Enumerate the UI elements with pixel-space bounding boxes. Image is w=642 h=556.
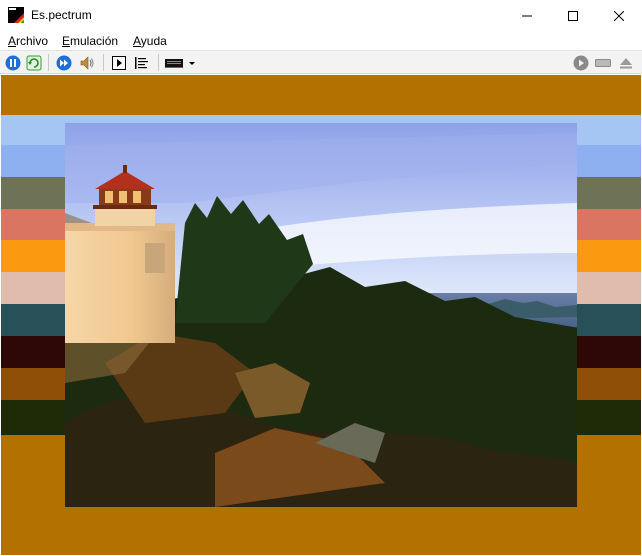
debugger-button[interactable]: [133, 54, 151, 71]
minimize-button[interactable]: [504, 0, 550, 31]
pause-button[interactable]: [4, 54, 22, 71]
maximize-icon: [568, 10, 578, 21]
close-button[interactable]: [596, 0, 642, 31]
minimize-icon: [522, 15, 532, 16]
debugger-icon: [135, 56, 148, 69]
emulator-screen[interactable]: [1, 75, 641, 555]
toolbar-separator: [158, 54, 159, 71]
lighthouse-scene: [65, 123, 577, 507]
tape-play-disabled-icon: [573, 55, 589, 70]
fast-forward-icon: [56, 55, 72, 70]
menu-bar: Archivo Emulación Ayuda: [0, 31, 642, 50]
toolbar: [0, 50, 642, 74]
title-bar: Es.pectrum: [0, 0, 642, 31]
reset-button[interactable]: [25, 54, 43, 71]
tape-eject-disabled-icon: [620, 57, 632, 68]
pause-icon: [5, 55, 21, 70]
toolbar-separator: [103, 54, 104, 71]
keyboard-dropdown-button[interactable]: [164, 54, 200, 71]
maximize-button[interactable]: [550, 0, 596, 31]
fast-forward-button[interactable]: [55, 54, 73, 71]
menu-archivo[interactable]: Archivo: [8, 34, 48, 48]
lighthouse-image: [65, 123, 577, 507]
tape-eject-disabled-button[interactable]: [617, 54, 635, 71]
sound-button[interactable]: [78, 54, 96, 71]
menu-emulacion[interactable]: Emulación: [62, 34, 118, 48]
keyboard-dropdown-icon: [165, 58, 195, 68]
tape-play-disabled-button[interactable]: [572, 54, 590, 71]
sound-icon: [80, 55, 94, 70]
tape-stop-disabled-icon: [595, 58, 611, 67]
tape-play-button[interactable]: [110, 54, 128, 71]
tape-stop-disabled-button[interactable]: [594, 54, 612, 71]
menu-ayuda[interactable]: Ayuda: [133, 34, 167, 48]
toolbar-separator: [48, 54, 49, 71]
espectrum-rainbow-icon: [8, 7, 24, 23]
tape-play-icon: [112, 55, 126, 70]
window-title: Es.pectrum: [31, 8, 92, 22]
close-icon: [614, 10, 624, 21]
reset-icon: [26, 55, 42, 70]
